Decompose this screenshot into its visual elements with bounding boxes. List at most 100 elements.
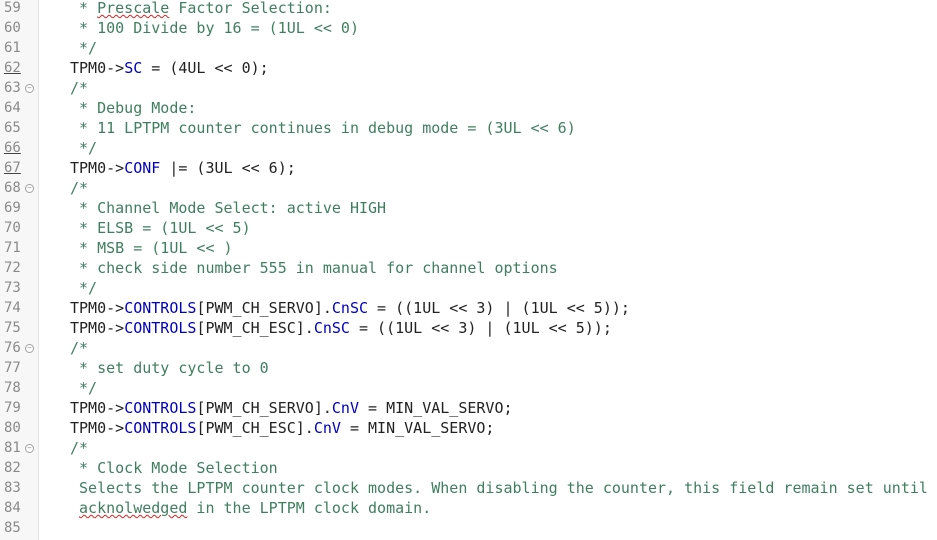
code-text: TPM0->CONTROLS[PWM_CH_SERVO].CnV = MIN_V… xyxy=(70,398,513,418)
code-token: CONTROLS xyxy=(124,299,197,317)
code-line[interactable]: 84 acknolwedged in the LPTPM clock domai… xyxy=(0,498,937,518)
code-text: Selects the LPTPM counter clock modes. W… xyxy=(70,478,928,498)
code-line[interactable]: 85 xyxy=(0,518,937,538)
code-text: TPM0->CONTROLS[PWM_CH_ESC].CnV = MIN_VAL… xyxy=(70,418,494,438)
code-text: /* xyxy=(70,438,88,458)
code-line[interactable]: 83 Selects the LPTPM counter clock modes… xyxy=(0,478,937,498)
line-number: 72 xyxy=(4,260,21,276)
code-text: * set duty cycle to 0 xyxy=(70,358,269,378)
code-line[interactable]: 59 * Prescale Factor Selection: xyxy=(0,0,937,18)
code-line[interactable]: 79 TPM0->CONTROLS[PWM_CH_SERVO].CnV = MIN… xyxy=(0,398,937,418)
code-line[interactable]: 77 * set duty cycle to 0 xyxy=(0,358,937,378)
line-number: 59 xyxy=(4,0,21,16)
code-token: TPM0-> xyxy=(70,399,125,417)
line-number: 64 xyxy=(4,100,21,116)
code-token: CONTROLS xyxy=(124,399,197,417)
code-line[interactable]: 74 TPM0->CONTROLS[PWM_CH_SERVO].CnSC = ((… xyxy=(0,298,937,318)
code-line[interactable]: 71 * MSB = (1UL << ) xyxy=(0,238,937,258)
code-token: = (4UL << 0); xyxy=(142,59,269,77)
code-line[interactable]: 78 */ xyxy=(0,378,937,398)
line-number: 80 xyxy=(4,420,21,436)
line-number: 67 xyxy=(4,160,21,176)
code-token: acknolwedged xyxy=(79,499,188,517)
line-number: 69 xyxy=(4,200,21,216)
code-token: in the LPTPM clock domain. xyxy=(187,499,432,517)
code-token: CnSC xyxy=(331,299,369,317)
code-line[interactable]: 69 * Channel Mode Select: active HIGH xyxy=(0,198,937,218)
code-text: * Debug Mode: xyxy=(70,98,196,118)
code-line[interactable]: 60 * 100 Divide by 16 = (1UL << 0) xyxy=(0,18,937,38)
fold-collapse-icon[interactable]: − xyxy=(25,184,34,193)
code-line[interactable]: 68−/* xyxy=(0,178,937,198)
line-number: 60 xyxy=(4,20,21,36)
code-token: CONF xyxy=(124,159,161,177)
code-token: * Debug Mode: xyxy=(70,99,197,117)
code-token: /* xyxy=(70,79,89,97)
code-token: = MIN_VAL_SERVO; xyxy=(359,399,513,417)
code-text: * Channel Mode Select: active HIGH xyxy=(70,198,386,218)
code-text: * ELSB = (1UL << 5) xyxy=(70,218,251,238)
fold-collapse-icon[interactable]: − xyxy=(25,84,34,93)
line-number: 78 xyxy=(4,380,21,396)
code-text: * MSB = (1UL << ) xyxy=(70,238,233,258)
line-number: 75 xyxy=(4,320,21,336)
code-token: = ((1UL << 3) | (1UL << 5)); xyxy=(349,319,612,337)
code-token: * Clock Mode Selection xyxy=(70,459,278,477)
code-token: [PWM_CH_ESC]. xyxy=(196,419,314,437)
code-text: TPM0->SC = (4UL << 0); xyxy=(70,58,269,78)
fold-collapse-icon[interactable]: − xyxy=(25,344,34,353)
line-number: 70 xyxy=(4,220,21,236)
code-line[interactable]: 73 */ xyxy=(0,278,937,298)
code-line[interactable]: 81−/* xyxy=(0,438,937,458)
code-token: TPM0-> xyxy=(70,299,125,317)
line-number: 61 xyxy=(4,40,21,56)
code-text: * check side number 555 in manual for ch… xyxy=(70,258,558,278)
code-line[interactable]: 63−/* xyxy=(0,78,937,98)
code-text: * Clock Mode Selection xyxy=(70,458,278,478)
code-line[interactable]: 61 */ xyxy=(0,38,937,58)
code-line[interactable]: 67 TPM0->CONF |= (3UL << 6); xyxy=(0,158,937,178)
code-text: */ xyxy=(70,38,97,58)
code-line[interactable]: 66 */ xyxy=(0,138,937,158)
code-token: [PWM_CH_SERVO]. xyxy=(196,399,332,417)
code-line[interactable]: 76−/* xyxy=(0,338,937,358)
code-token: * 11 LPTPM counter continues in debug mo… xyxy=(70,119,576,137)
code-text: TPM0->CONTROLS[PWM_CH_ESC].CnSC = ((1UL … xyxy=(70,318,612,338)
line-number: 65 xyxy=(4,120,21,136)
code-token: /* xyxy=(70,179,89,197)
code-token: Selects the LPTPM counter clock modes. W… xyxy=(70,479,928,497)
code-token: */ xyxy=(70,39,98,57)
code-token: CnSC xyxy=(313,319,350,337)
fold-collapse-icon[interactable]: − xyxy=(25,444,34,453)
code-token: CnV xyxy=(313,419,341,437)
code-token: TPM0-> xyxy=(70,59,125,77)
code-token: * ELSB = (1UL << 5) xyxy=(70,219,251,237)
code-text: * 11 LPTPM counter continues in debug mo… xyxy=(70,118,576,138)
code-line[interactable]: 82 * Clock Mode Selection xyxy=(0,458,937,478)
code-line[interactable]: 80 TPM0->CONTROLS[PWM_CH_ESC].CnV = MIN_V… xyxy=(0,418,937,438)
code-editor[interactable]: 59 * Prescale Factor Selection: 60 * 100 … xyxy=(0,0,937,540)
code-text: /* xyxy=(70,78,88,98)
code-token: |= (3UL << 6); xyxy=(160,159,296,177)
code-line[interactable]: 62 TPM0->SC = (4UL << 0); xyxy=(0,58,937,78)
line-number: 84 xyxy=(4,500,21,516)
code-text: TPM0->CONTROLS[PWM_CH_SERVO].CnSC = ((1U… xyxy=(70,298,630,318)
code-line[interactable]: 75 TPM0->CONTROLS[PWM_CH_ESC].CnSC = ((1U… xyxy=(0,318,937,338)
code-line[interactable]: 72 * check side number 555 in manual for… xyxy=(0,258,937,278)
code-token: /* xyxy=(70,439,89,457)
code-text: * 100 Divide by 16 = (1UL << 0) xyxy=(70,18,359,38)
line-number: 74 xyxy=(4,300,21,316)
line-number: 85 xyxy=(4,520,21,536)
code-token: */ xyxy=(70,279,98,297)
line-number: 73 xyxy=(4,280,21,296)
code-line[interactable]: 64 * Debug Mode: xyxy=(0,98,937,118)
line-number: 62 xyxy=(4,60,21,76)
code-line[interactable]: 65 * 11 LPTPM counter continues in debug… xyxy=(0,118,937,138)
code-token: /* xyxy=(70,339,89,357)
code-text: */ xyxy=(70,378,97,398)
code-line[interactable]: 70 * ELSB = (1UL << 5) xyxy=(0,218,937,238)
code-token: * xyxy=(70,0,98,17)
code-text: * Prescale Factor Selection: xyxy=(70,0,332,18)
code-token: * check side number 555 in manual for ch… xyxy=(70,259,558,277)
